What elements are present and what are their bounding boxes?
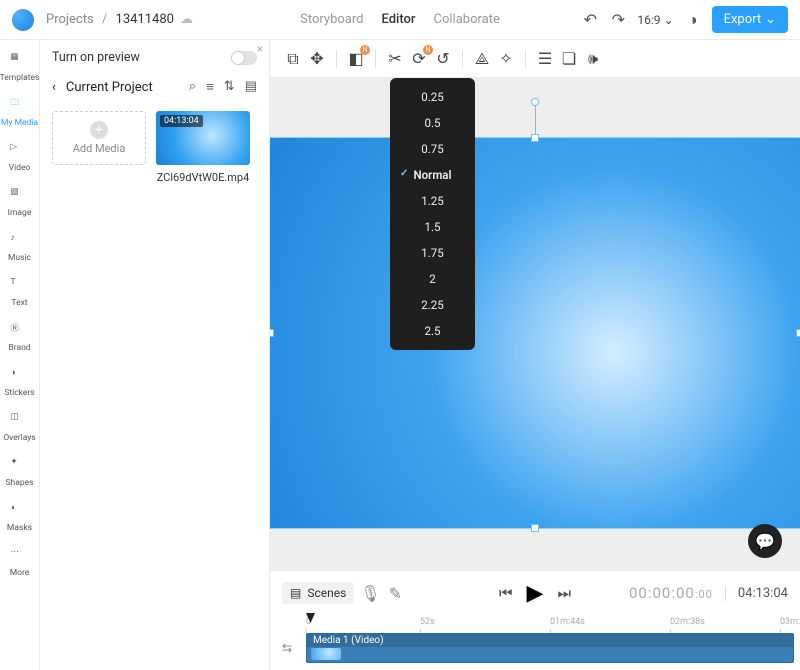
total-duration: 04:13:04 <box>725 586 788 601</box>
rail-stickers[interactable]: ◑Stickers <box>0 361 40 404</box>
video-frame[interactable] <box>270 138 800 528</box>
scenes-button[interactable]: ▤ Scenes <box>282 582 354 604</box>
redo-icon[interactable]: ↷ <box>609 11 627 29</box>
align-icon[interactable]: ☰ <box>534 48 556 70</box>
rail-templates[interactable]: ▦Templates <box>0 46 40 89</box>
filter-icon[interactable]: ≡ <box>206 79 214 95</box>
rail-mymedia[interactable]: 🗀My Media <box>0 91 40 134</box>
preview-label: Turn on preview <box>52 50 140 65</box>
aspect-ratio-select[interactable]: 16:9 ⌄ <box>637 13 673 27</box>
add-media-button[interactable]: + Add Media <box>52 111 146 165</box>
media-panel: × Turn on preview ‹ Current Project ⌕ ≡ … <box>40 40 270 670</box>
speed-icon[interactable]: ⟳N <box>408 48 430 70</box>
resize-handle[interactable] <box>531 524 539 532</box>
scenes-icon: ▤ <box>290 586 301 600</box>
speed-opt[interactable]: 1.75 <box>390 240 475 266</box>
rail-text[interactable]: TText <box>0 271 40 314</box>
speed-opt[interactable]: 0.25 <box>390 84 475 110</box>
rail-overlays[interactable]: ◫Overlays <box>0 406 40 449</box>
preview-toggle[interactable] <box>231 51 257 65</box>
export-button[interactable]: Export <box>712 6 788 33</box>
wand-icon[interactable]: ✧ <box>495 48 517 70</box>
clip-duration-badge: 04:13:04 <box>160 115 203 127</box>
speed-opt[interactable]: 0.75 <box>390 136 475 162</box>
media-thumb[interactable]: 04:13:04 ZCl69dVtW0E.mp4 <box>156 111 250 184</box>
back-icon[interactable]: ‹ <box>52 80 56 95</box>
speed-menu: 0.25 0.5 0.75 Normal 1.25 1.5 1.75 2 2.2… <box>390 78 475 350</box>
speed-opt[interactable]: 1.5 <box>390 214 475 240</box>
volume-icon[interactable]: 🕪 <box>582 48 604 70</box>
reverse-icon[interactable]: ↺ <box>432 48 454 70</box>
undo-icon[interactable]: ↶ <box>581 11 599 29</box>
resize-handle[interactable] <box>270 329 274 337</box>
color-adjust-icon[interactable]: ◧N <box>345 48 367 70</box>
rail-more[interactable]: ⋯More <box>0 541 40 584</box>
tab-collaborate[interactable]: Collaborate <box>434 12 500 27</box>
bottom-panel: ▤ Scenes 🎙 ✎ ⏮ ▶ ⏭ 00:00:00:00 04:13:04 … <box>270 570 800 670</box>
speed-opt[interactable]: 1.25 <box>390 188 475 214</box>
rail-image[interactable]: ▧Image <box>0 181 40 224</box>
clip-label: Media 1 (Video) <box>307 634 793 647</box>
prev-icon[interactable]: ⏮ <box>499 584 513 602</box>
chat-icon[interactable]: 💬 <box>748 524 782 558</box>
rail-music[interactable]: ♪Music <box>0 226 40 269</box>
rail-masks[interactable]: ◗Masks <box>0 496 40 539</box>
next-icon[interactable]: ⏭ <box>557 584 571 602</box>
rail-shapes[interactable]: ✦Shapes <box>0 451 40 494</box>
search-icon[interactable]: ⌕ <box>189 79 196 95</box>
resize-handle[interactable] <box>796 329 800 337</box>
play-icon[interactable]: ▶ <box>527 581 544 606</box>
app-logo[interactable] <box>12 9 34 31</box>
close-icon[interactable]: × <box>257 42 263 56</box>
left-rail: ▦Templates 🗀My Media ▷Video ▧Image ♪Musi… <box>0 40 40 670</box>
mic-icon[interactable]: 🎙 <box>360 584 380 603</box>
breadcrumb-projects[interactable]: Projects <box>46 12 94 27</box>
timeline-ruler[interactable]: 0 52s 01m:44s 02m:38s 03m:28s <box>270 615 800 631</box>
layout-icon[interactable]: ▤ <box>245 79 257 95</box>
plus-icon: + <box>90 121 108 139</box>
canvas-toolbar: ⧉ ✥ ◧N ✂ ⟳N ↺ ⟁ ✧ ☰ ❏ 🕪 <box>270 40 800 78</box>
current-project-label: Current Project <box>66 80 153 95</box>
tab-editor[interactable]: Editor <box>381 12 415 27</box>
sort-icon[interactable]: ⇅ <box>224 79 235 95</box>
breadcrumb: Projects / 13411480 <box>46 12 174 27</box>
fit-icon[interactable]: ✥ <box>306 48 328 70</box>
breadcrumb-project-id: 13411480 <box>116 12 174 27</box>
timeline-clip[interactable]: Media 1 (Video) <box>306 633 794 663</box>
crop-icon[interactable]: ⧉ <box>282 48 304 70</box>
chroma-icon[interactable]: ⟁ <box>471 48 493 70</box>
timeline[interactable]: 0 52s 01m:44s 02m:38s 03m:28s ⇆ Media 1 … <box>270 615 800 670</box>
speed-opt[interactable]: 2.5 <box>390 318 475 344</box>
cut-icon[interactable]: ✂ <box>384 48 406 70</box>
cloud-sync-icon[interactable]: ☁ <box>180 12 193 27</box>
speed-opt[interactable]: 2.25 <box>390 292 475 318</box>
speed-opt[interactable]: 0.5 <box>390 110 475 136</box>
canvas-stage[interactable] <box>270 78 800 570</box>
rail-brand[interactable]: ⓇBrand <box>0 316 40 359</box>
tab-storyboard[interactable]: Storyboard <box>300 12 363 27</box>
speed-opt-selected[interactable]: Normal <box>390 162 475 188</box>
rotate-handle[interactable] <box>531 98 539 106</box>
resize-handle[interactable] <box>531 134 539 142</box>
rail-video[interactable]: ▷Video <box>0 136 40 179</box>
current-time: 00:00:00:00 <box>629 584 713 603</box>
clip-thumb-icon <box>311 648 341 660</box>
history-icon[interactable]: ◑ <box>684 11 702 29</box>
transition-icon[interactable]: ✎ <box>389 584 402 603</box>
clip-filename: ZCl69dVtW0E.mp4 <box>156 171 250 184</box>
speed-opt[interactable]: 2 <box>390 266 475 292</box>
layers-icon[interactable]: ❏ <box>558 48 580 70</box>
track-link-icon[interactable]: ⇆ <box>270 641 304 655</box>
